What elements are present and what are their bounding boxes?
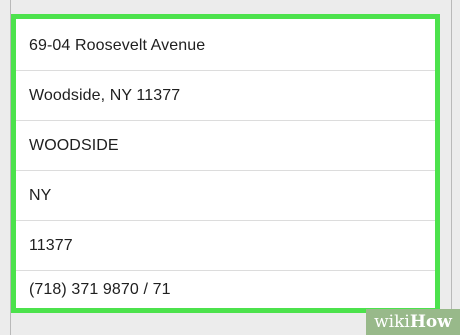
state-field[interactable]: NY <box>16 171 435 221</box>
wikihow-watermark: wiki How <box>366 309 460 335</box>
zip-code-field[interactable]: 11377 <box>16 221 435 271</box>
watermark-wiki-text: wiki <box>374 312 410 332</box>
city-field[interactable]: WOODSIDE <box>16 121 435 171</box>
background-divider-right <box>451 0 452 335</box>
phone-number-field[interactable]: (718) 371 9870 / 71 <box>16 271 435 308</box>
address-field-list: 69-04 Roosevelt Avenue Woodside, NY 1137… <box>16 19 435 308</box>
address-line-field[interactable]: 69-04 Roosevelt Avenue <box>16 21 435 71</box>
highlighted-address-card: 69-04 Roosevelt Avenue Woodside, NY 1137… <box>11 14 440 313</box>
city-state-zip-field[interactable]: Woodside, NY 11377 <box>16 71 435 121</box>
watermark-how-text: How <box>409 312 452 332</box>
